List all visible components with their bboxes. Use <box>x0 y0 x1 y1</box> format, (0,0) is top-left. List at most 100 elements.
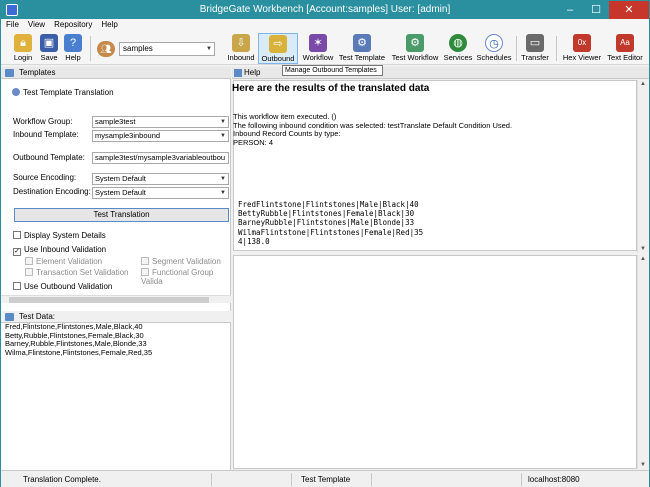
destination-encoding-select[interactable]: System Default ▼ <box>92 187 229 199</box>
workflow-group-value: sample3test <box>95 117 136 126</box>
scroll-up-icon[interactable]: ▲ <box>640 81 646 87</box>
inbound-button[interactable]: ⇩ Inbound <box>227 33 255 64</box>
transfer-button[interactable]: ▭ Transfer <box>519 33 551 64</box>
transaction-set-validation-checkbox[interactable]: Transaction Set Validation <box>25 268 129 277</box>
functional-group-validation-checkbox[interactable]: Functional Group Valida <box>141 268 230 286</box>
hex-viewer-icon: 0x <box>573 34 591 52</box>
upper-vertical-scrollbar[interactable]: ▲ ▼ <box>637 80 648 253</box>
scroll-down-icon[interactable]: ▼ <box>640 462 646 468</box>
window-title: BridgeGate Workbench [Account:samples] U… <box>199 4 451 15</box>
output-line: BettyRubble|Flintstones|Female|Black|30 <box>238 209 415 219</box>
output-line: FredFlintstone|Flintstones|Male|Black|40 <box>238 200 419 209</box>
toolbar-separator <box>556 36 557 61</box>
text-editor-icon: Aa <box>616 34 634 52</box>
status-divider <box>291 473 292 486</box>
workflow-button[interactable]: ✶ Workflow <box>301 33 335 64</box>
title-bar[interactable]: BridgeGate Workbench [Account:samples] U… <box>1 1 649 19</box>
transaction-set-validation-label: Transaction Set Validation <box>36 268 129 277</box>
test-template-button[interactable]: ⚙ Test Template <box>338 33 386 64</box>
test-translation-icon <box>12 88 20 96</box>
test-data-icon <box>5 313 14 321</box>
tooltip: Manage Outbound Templates <box>282 65 383 76</box>
outbound-document-icon: ⇨ <box>269 35 287 53</box>
test-workflow-button[interactable]: ⚙ Test Workflow <box>390 33 440 64</box>
close-button[interactable]: ✕ <box>609 1 649 19</box>
outbound-template-label: Outbound Template: <box>13 153 85 162</box>
inbound-template-select[interactable]: mysample3inbound ▼ <box>92 130 229 142</box>
segment-validation-checkbox[interactable]: Segment Validation <box>141 257 221 266</box>
login-button[interactable]: 🔒︎ Login <box>9 33 37 64</box>
text-editor-label: Text Editor <box>607 53 643 62</box>
element-validation-checkbox[interactable]: Element Validation <box>25 257 102 266</box>
inbound-template-value: mysample3inbound <box>95 131 161 140</box>
chevron-down-icon: ▼ <box>220 133 226 139</box>
inbound-label: Inbound <box>227 53 255 62</box>
help-header-label: Help <box>244 68 261 77</box>
status-bar: Translation Complete. Test Template loca… <box>1 470 649 487</box>
left-horizontal-scrollbar[interactable] <box>1 295 231 303</box>
chevron-down-icon: ▼ <box>220 176 226 182</box>
display-system-details-checkbox[interactable]: Display System Details <box>13 231 106 240</box>
test-data-textarea[interactable]: Fred,Flintstone,Flintstones,Male,Black,4… <box>5 322 152 357</box>
help-button[interactable]: ? Help <box>62 33 84 64</box>
schedules-label: Schedules <box>476 53 512 62</box>
workflow-group-select[interactable]: sample3test ▼ <box>92 116 229 128</box>
status-message: Translation Complete. <box>23 475 101 484</box>
section-title: Test Template Translation <box>12 88 114 97</box>
element-validation-label: Element Validation <box>36 257 103 266</box>
transfer-label: Transfer <box>521 53 549 62</box>
result-message: Inbound Record Counts by type: <box>233 129 341 138</box>
test-template-label: Test Template <box>338 53 386 62</box>
use-inbound-validation-checkbox[interactable]: ✓ Use Inbound Validation <box>13 245 106 256</box>
outbound-template-value: sample3test/mysample3variableoutbou <box>95 153 226 162</box>
templates-header-label: Templates <box>19 68 56 77</box>
users-icon: 👥︎ <box>97 41 115 57</box>
checkbox-box <box>141 268 149 276</box>
test-translation-button[interactable]: Test Translation <box>14 208 229 222</box>
transfer-computer-icon: ▭ <box>526 34 544 52</box>
account-select[interactable]: samples ▼ <box>119 42 215 56</box>
checkbox-box <box>13 282 21 290</box>
outbound-label: Outbound <box>261 54 295 63</box>
menu-view[interactable]: View <box>23 19 49 29</box>
status-divider <box>521 473 522 486</box>
display-system-details-label: Display System Details <box>24 231 106 240</box>
chevron-down-icon: ▼ <box>206 46 212 52</box>
translated-output-pane <box>233 255 637 469</box>
output-line: BarneyRubble|Flintstones|Male|Blonde|33 <box>238 218 415 228</box>
translated-output: FredFlintstone|Flintstones|Male|Black|40… <box>238 200 423 246</box>
lock-icon: 🔒︎ <box>14 34 32 52</box>
lower-vertical-scrollbar[interactable]: ▲ ▼ <box>637 255 648 469</box>
source-encoding-value: System Default <box>95 174 146 183</box>
scrollbar-thumb[interactable] <box>9 297 209 303</box>
text-editor-button[interactable]: Aa Text Editor <box>604 33 646 64</box>
schedules-button[interactable]: ◷ Schedules <box>475 33 513 64</box>
templates-panel: Templates Test Template Translation Work… <box>1 67 231 470</box>
destination-encoding-label: Destination Encoding: <box>13 187 91 196</box>
outbound-button[interactable]: ⇨ Outbound <box>258 33 298 64</box>
outbound-template-select[interactable]: sample3test/mysample3variableoutbou <box>92 152 229 164</box>
inbound-template-label: Inbound Template: <box>13 130 79 139</box>
menu-bar: File View Repository Help <box>1 19 649 32</box>
checkbox-box <box>141 257 149 265</box>
menu-help[interactable]: Help <box>96 19 121 29</box>
checkbox-box <box>25 268 33 276</box>
scroll-down-icon[interactable]: ▼ <box>640 246 646 252</box>
maximize-button[interactable]: ☐ <box>583 1 609 19</box>
save-button[interactable]: ▣ Save <box>37 33 61 64</box>
test-workflow-label: Test Workflow <box>391 53 439 62</box>
menu-file[interactable]: File <box>1 19 23 29</box>
use-outbound-validation-checkbox[interactable]: Use Outbound Validation <box>13 282 112 291</box>
services-label: Services <box>443 53 473 62</box>
minimize-button[interactable]: – <box>557 1 583 19</box>
toolbar: 🔒︎ Login ▣ Save ? Help 👥︎ ⇩ Inbound ⇨ Ou… <box>1 32 649 65</box>
menu-repository[interactable]: Repository <box>49 19 96 29</box>
workflow-icon: ✶ <box>309 34 327 52</box>
workflow-label: Workflow <box>302 53 334 62</box>
use-outbound-validation-label: Use Outbound Validation <box>24 282 113 291</box>
workflow-group-label: Workflow Group: <box>13 117 73 126</box>
services-button[interactable]: ◍ Services <box>443 33 473 64</box>
source-encoding-select[interactable]: System Default ▼ <box>92 173 229 185</box>
scroll-up-icon[interactable]: ▲ <box>640 256 646 262</box>
hex-viewer-button[interactable]: 0x Hex Viewer <box>561 33 603 64</box>
